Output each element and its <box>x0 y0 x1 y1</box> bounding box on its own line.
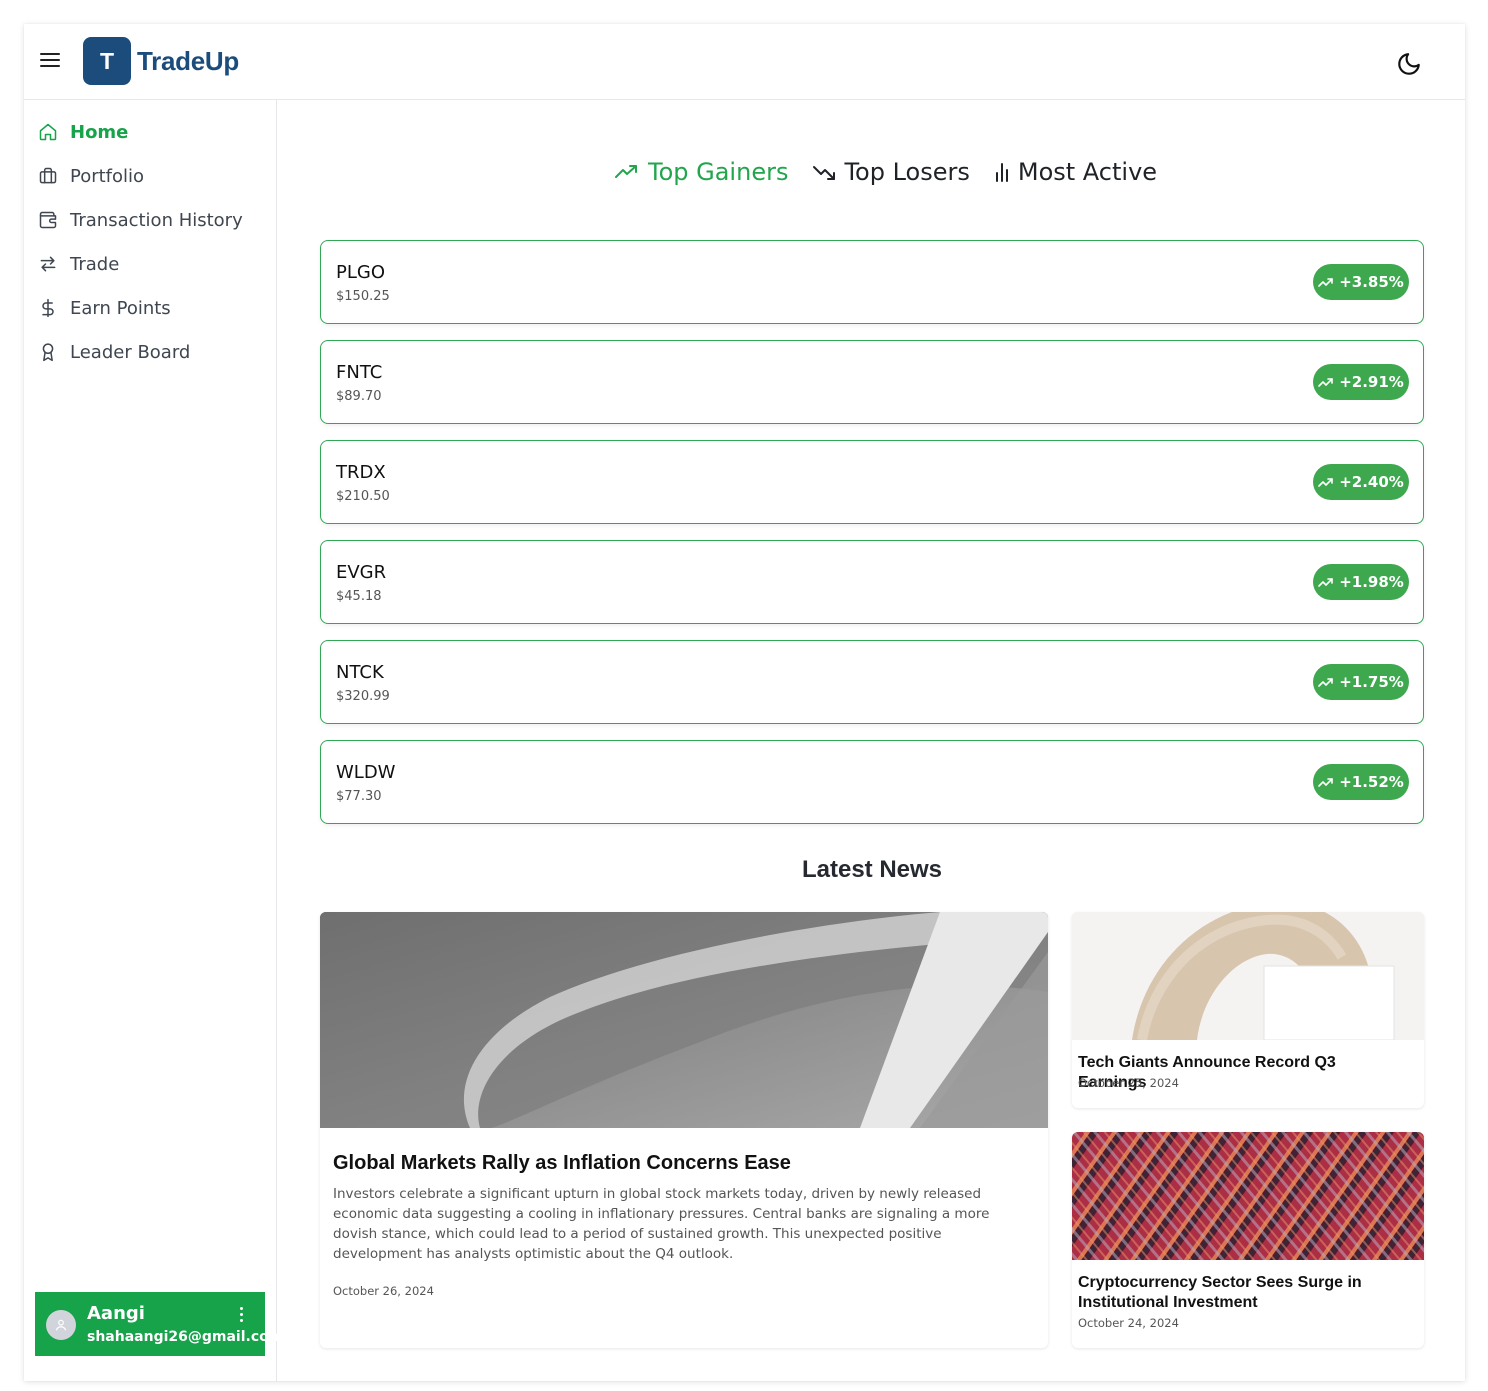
user-name: Aangi <box>87 1303 145 1324</box>
app-window: T TradeUp Home Portfolio Transaction His… <box>24 24 1465 1381</box>
sidebar-item-transaction-history[interactable]: Transaction History <box>38 206 243 234</box>
tab-most-active[interactable]: Most Active <box>994 158 1157 186</box>
featured-news-date: October 26, 2024 <box>333 1284 434 1298</box>
briefcase-icon <box>39 167 57 184</box>
sidebar-item-label: Earn Points <box>70 297 171 319</box>
featured-news-image <box>320 912 1048 1128</box>
change-value: +1.98% <box>1339 573 1404 591</box>
featured-news-title[interactable]: Global Markets Rally as Inflation Concer… <box>333 1152 791 1175</box>
stock-card[interactable]: PLGO $150.25 +3.85% <box>320 240 1424 324</box>
arrows-exchange-icon <box>40 256 56 272</box>
sidebar: Home Portfolio Transaction History Trade… <box>24 100 283 1381</box>
bar-chart-icon <box>995 163 1008 182</box>
sidebar-item-home[interactable]: Home <box>38 118 128 146</box>
stock-card[interactable]: TRDX $210.50 +2.40% <box>320 440 1424 524</box>
stock-card[interactable]: NTCK $320.99 +1.75% <box>320 640 1424 724</box>
sidebar-item-label: Portfolio <box>70 165 145 187</box>
tab-top-gainers[interactable]: Top Gainers <box>614 158 788 186</box>
more-options-icon[interactable] <box>235 1305 247 1323</box>
sidebar-item-label: Home <box>70 121 129 143</box>
sidebar-item-label: Trade <box>70 253 120 275</box>
stock-symbol: EVGR <box>336 562 387 583</box>
stock-price: $150.25 <box>336 289 390 304</box>
stock-card[interactable]: WLDW $77.30 +1.52% <box>320 740 1424 824</box>
news-card[interactable]: Cryptocurrency Sector Sees Surge in Inst… <box>1072 1132 1424 1348</box>
stock-symbol: FNTC <box>336 362 383 383</box>
change-badge: +2.40% <box>1313 464 1409 500</box>
news-image <box>1072 912 1424 1040</box>
stock-price: $320.99 <box>336 689 390 704</box>
change-value: +3.85% <box>1339 273 1404 291</box>
change-badge: +1.98% <box>1313 564 1409 600</box>
news-image <box>1072 1132 1424 1260</box>
hamburger-menu-icon[interactable] <box>38 50 62 70</box>
dollar-icon <box>42 298 54 318</box>
wallet-icon <box>39 211 57 229</box>
tab-label: Top Gainers <box>648 158 789 186</box>
home-icon <box>39 123 57 141</box>
change-value: +1.75% <box>1339 673 1404 691</box>
moon-icon[interactable] <box>1396 51 1422 77</box>
change-badge: +1.75% <box>1313 664 1409 700</box>
news-heading: Latest News <box>801 856 943 883</box>
news-title[interactable]: Cryptocurrency Sector Sees Surge in Inst… <box>1078 1273 1408 1313</box>
trending-up-icon <box>1318 578 1333 587</box>
stock-card[interactable]: EVGR $45.18 +1.98% <box>320 540 1424 624</box>
featured-news-body: Investors celebrate a significant upturn… <box>333 1186 990 1262</box>
tab-top-losers[interactable]: Top Losers <box>812 158 970 186</box>
tab-label: Top Losers <box>844 158 970 186</box>
featured-news-card[interactable]: Global Markets Rally as Inflation Concer… <box>320 912 1048 1348</box>
logo-icon[interactable]: T <box>83 37 131 85</box>
stock-price: $89.70 <box>336 389 382 404</box>
stock-symbol: PLGO <box>336 262 385 283</box>
trending-up-icon <box>615 165 637 178</box>
news-card[interactable]: Tech Giants Announce Record Q3 Earnings … <box>1072 912 1424 1108</box>
change-value: +2.91% <box>1339 373 1404 391</box>
user-profile-card[interactable]: Aangi shahaangi26@gmail.com <box>35 1292 283 1356</box>
user-email: shahaangi26@gmail.com <box>87 1329 284 1345</box>
news-date: October 25, 2024 <box>1078 1076 1179 1090</box>
trending-up-icon <box>1318 378 1333 387</box>
stock-price: $210.50 <box>336 489 390 504</box>
tab-label: Most Active <box>1017 158 1158 186</box>
change-badge: +2.91% <box>1313 364 1409 400</box>
change-badge: +3.85% <box>1313 264 1409 300</box>
trending-up-icon <box>1318 478 1333 487</box>
stock-price: $77.30 <box>336 789 382 804</box>
top-bar: T TradeUp <box>24 24 1465 100</box>
stock-symbol: WLDW <box>336 762 396 783</box>
stock-price: $45.18 <box>336 589 382 604</box>
stock-card[interactable]: FNTC $89.70 +2.91% <box>320 340 1424 424</box>
sidebar-item-earn-points[interactable]: Earn Points <box>38 294 171 322</box>
app-name[interactable]: TradeUp <box>137 46 239 77</box>
user-icon <box>55 1319 67 1331</box>
trending-up-icon <box>1318 678 1333 687</box>
trending-down-icon <box>813 166 836 180</box>
stock-symbol: NTCK <box>336 662 384 683</box>
sidebar-item-label: Transaction History <box>70 209 243 231</box>
change-value: +2.40% <box>1339 473 1404 491</box>
trending-up-icon <box>1318 778 1333 787</box>
news-date: October 24, 2024 <box>1078 1316 1179 1330</box>
market-tabs: Top Gainers Top Losers Most Active <box>614 154 1181 190</box>
change-value: +1.52% <box>1339 773 1404 791</box>
sidebar-item-trade[interactable]: Trade <box>38 250 119 278</box>
trending-up-icon <box>1318 278 1333 287</box>
sidebar-item-label: Leader Board <box>70 341 191 363</box>
sidebar-item-portfolio[interactable]: Portfolio <box>38 162 144 190</box>
change-badge: +1.52% <box>1313 764 1409 800</box>
stock-symbol: TRDX <box>336 462 386 483</box>
award-icon <box>42 343 54 362</box>
avatar <box>46 1310 76 1340</box>
sidebar-item-leader-board[interactable]: Leader Board <box>38 338 190 366</box>
